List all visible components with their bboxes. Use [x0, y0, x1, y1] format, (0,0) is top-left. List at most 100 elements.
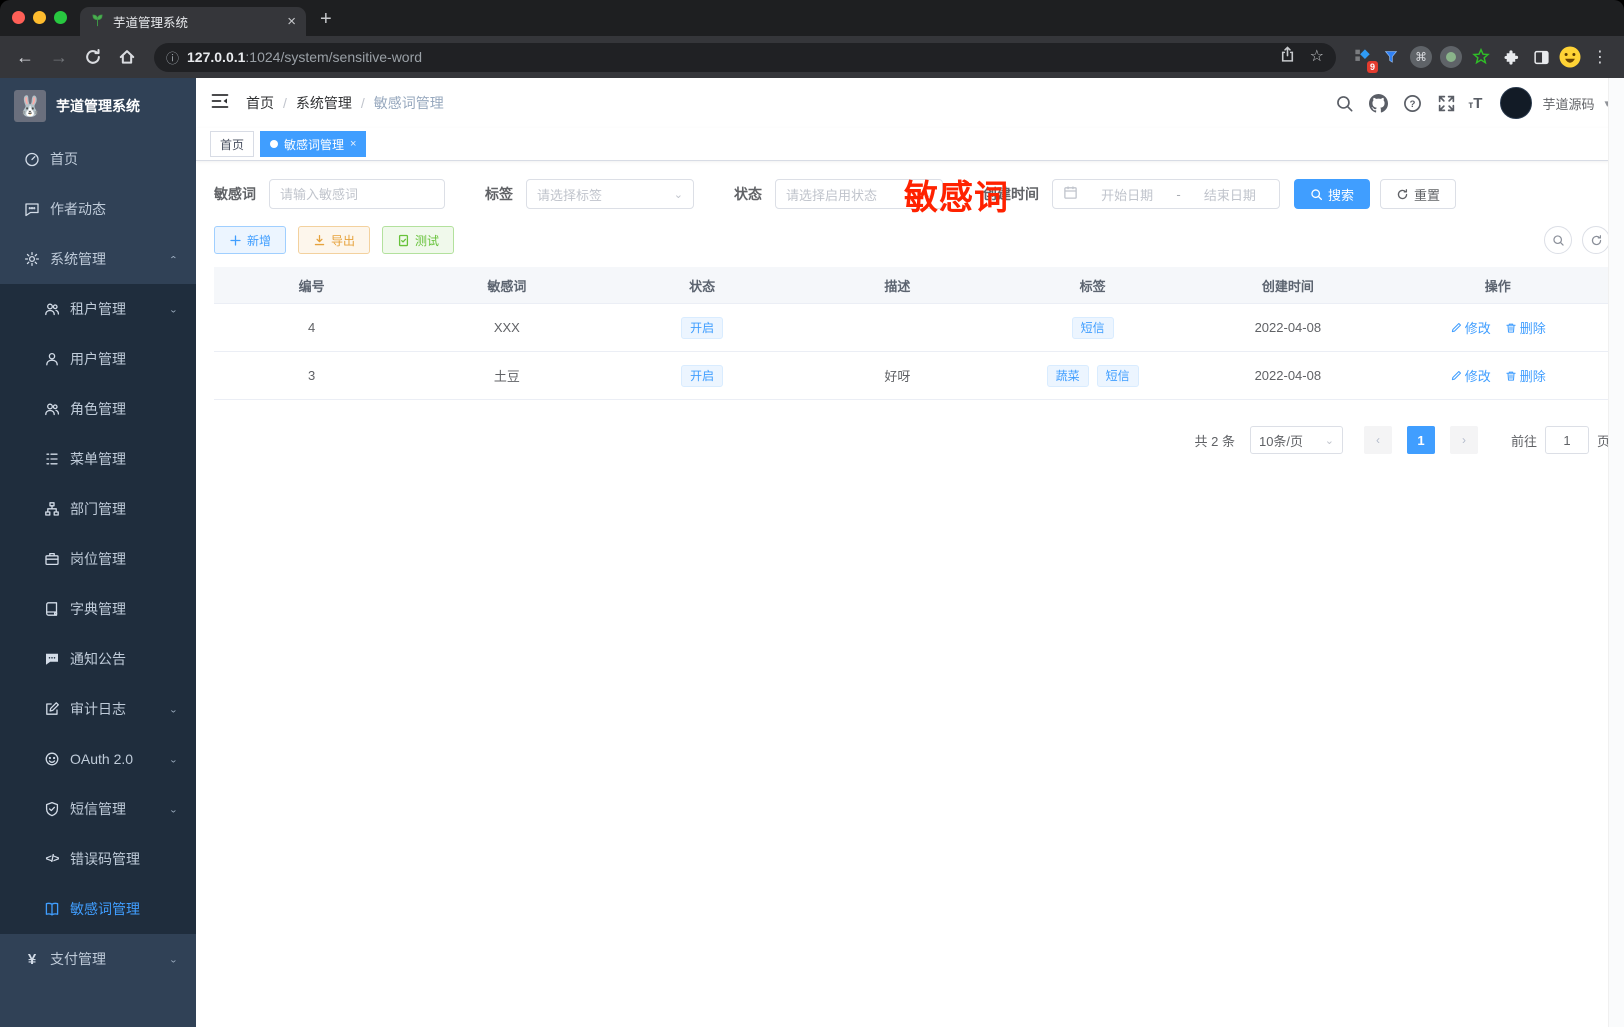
sidebar-item-system-mgmt[interactable]: 系统管理 ⌃: [0, 234, 196, 284]
edit-link[interactable]: 修改: [1450, 318, 1491, 337]
status-label: 状态: [734, 186, 762, 202]
tags-view-bar: 首页 敏感词管理 ×: [196, 128, 1624, 161]
new-tab-button[interactable]: +: [320, 8, 332, 31]
extension-funnel-icon[interactable]: [1378, 44, 1404, 70]
sidebar-item-errcode-mgmt[interactable]: </> 错误码管理: [0, 834, 196, 884]
gear-icon: [24, 251, 40, 267]
reload-icon[interactable]: [78, 42, 108, 72]
sidebar-item-tenant-mgmt[interactable]: 租户管理 ⌄: [0, 284, 196, 334]
date-range-picker[interactable]: 开始日期 - 结束日期: [1052, 179, 1280, 209]
sidebar-item-author-news[interactable]: 作者动态: [0, 184, 196, 234]
sidebar-collapse-icon[interactable]: [210, 91, 230, 116]
extension-record-icon[interactable]: [1438, 44, 1464, 70]
sensitive-word-table: 编号 敏感词 状态 描述 标签 创建时间 操作 4 XXX 开启 短信 2022…: [214, 267, 1610, 400]
sidebar-item-role-mgmt[interactable]: 角色管理: [0, 384, 196, 434]
sidebar-item-dict-mgmt[interactable]: 字典管理: [0, 584, 196, 634]
font-size-icon[interactable]: тT: [1468, 95, 1482, 112]
sidebar-logo[interactable]: 🐰 芋道管理系统: [0, 78, 196, 134]
address-bar[interactable]: ⓘ 127.0.0.1:1024/system/sensitive-word ☆: [154, 42, 1336, 72]
sidebar-item-notice[interactable]: 通知公告: [0, 634, 196, 684]
goto-page: 前往 页: [1511, 426, 1610, 454]
tab-close-icon[interactable]: ×: [287, 13, 296, 30]
main-area: 首页 / 系统管理 / 敏感词管理 ? тT 芋道源码 ▾: [196, 78, 1624, 1027]
tags-view-tab-sensitive-word[interactable]: 敏感词管理 ×: [260, 131, 367, 157]
user-name[interactable]: 芋道源码: [1542, 94, 1594, 113]
traffic-lights: [12, 11, 67, 24]
tag-badge: 蔬菜: [1046, 364, 1089, 387]
back-icon[interactable]: ←: [10, 42, 40, 72]
sidebar-item-sms-mgmt[interactable]: 短信管理 ⌄: [0, 784, 196, 834]
prev-page-button[interactable]: ‹: [1363, 426, 1392, 454]
minimize-window-button[interactable]: [33, 11, 46, 24]
sidebar-item-home[interactable]: 首页: [0, 134, 196, 184]
next-page-button[interactable]: ›: [1449, 426, 1478, 454]
sidebar-item-audit-log[interactable]: 审计日志 ⌄: [0, 684, 196, 734]
current-page[interactable]: 1: [1406, 426, 1435, 454]
sidebar-item-sensitive-word[interactable]: 敏感词管理: [0, 884, 196, 934]
reset-button[interactable]: 重置: [1380, 179, 1457, 209]
date-separator: -: [1176, 186, 1181, 202]
close-window-button[interactable]: [12, 11, 25, 24]
keyword-input[interactable]: [280, 186, 434, 202]
add-button[interactable]: 新增: [214, 226, 287, 254]
share-icon[interactable]: [1279, 46, 1296, 68]
goto-prefix: 前往: [1510, 433, 1537, 449]
profile-avatar-emoji[interactable]: [1558, 45, 1582, 69]
extension-badge: 9: [1366, 61, 1378, 73]
sidebar-item-user-mgmt[interactable]: 用户管理: [0, 334, 196, 384]
page-size-select[interactable]: 10条/页 ⌄: [1249, 426, 1343, 454]
home-icon[interactable]: [112, 42, 142, 72]
header-search-icon[interactable]: [1332, 91, 1356, 115]
sidebar-item-post-mgmt[interactable]: 岗位管理: [0, 534, 196, 584]
extension-command-icon[interactable]: ⌘: [1408, 44, 1434, 70]
col-ops: 操作: [1484, 278, 1511, 294]
cell-status: 开启: [604, 364, 799, 387]
cell-word: 土豆: [493, 369, 520, 384]
keyword-label: 敏感词: [214, 186, 256, 202]
export-button[interactable]: 导出: [298, 226, 371, 254]
maximize-window-button[interactable]: [54, 11, 67, 24]
tag-label: 标签: [485, 186, 513, 202]
extension-green-star-icon[interactable]: [1468, 44, 1494, 70]
bookmark-star-icon[interactable]: ☆: [1310, 46, 1324, 68]
date-end-placeholder: 结束日期: [1203, 187, 1256, 203]
toggle-search-icon[interactable]: [1544, 226, 1572, 254]
github-icon[interactable]: [1366, 91, 1390, 115]
test-button[interactable]: 测试: [382, 226, 455, 254]
tab-close-icon[interactable]: ×: [350, 138, 356, 150]
extension-diamond-icon[interactable]: 9: [1348, 44, 1378, 73]
tag-select[interactable]: 请选择标签 ⌄: [526, 179, 694, 209]
navbar-tools: ? тT 芋道源码 ▾: [1332, 87, 1610, 119]
cell-id: 4: [308, 320, 316, 335]
tags-view-tab-home[interactable]: 首页: [210, 131, 255, 157]
chevron-down-icon: ⌄: [168, 954, 178, 965]
delete-link[interactable]: 删除: [1505, 366, 1546, 385]
sidebar-item-pay-mgmt[interactable]: ¥ 支付管理 ⌄: [0, 934, 196, 984]
delete-link[interactable]: 删除: [1505, 318, 1546, 337]
table-toolbar: 新增 导出 测试: [214, 226, 1610, 254]
goto-page-input[interactable]: [1544, 426, 1589, 454]
sidebar-item-menu-mgmt[interactable]: 菜单管理: [0, 434, 196, 484]
sidebar-item-oauth[interactable]: OAuth 2.0 ⌄: [0, 734, 196, 784]
edit-link[interactable]: 修改: [1450, 366, 1491, 385]
breadcrumb-system[interactable]: 系统管理: [296, 93, 352, 113]
browser-tabstrip: 芋道管理系统 × +: [0, 0, 1624, 36]
chevron-down-icon: ⌄: [168, 804, 178, 815]
breadcrumb-home[interactable]: 首页: [246, 93, 274, 113]
site-info-icon[interactable]: ⓘ: [166, 48, 179, 67]
cell-tags: 短信: [995, 316, 1190, 339]
breadcrumb-current: 敏感词管理: [373, 95, 444, 111]
sidebar-item-dept-mgmt[interactable]: 部门管理: [0, 484, 196, 534]
status-badge: 开启: [681, 316, 724, 339]
browser-toolbar: ← → ⓘ 127.0.0.1:1024/system/sensitive-wo…: [0, 36, 1624, 78]
sidebar-panel-icon[interactable]: [1528, 44, 1554, 70]
fullscreen-icon[interactable]: [1434, 91, 1458, 115]
extensions-puzzle-icon[interactable]: [1498, 44, 1524, 70]
search-button[interactable]: 搜索: [1294, 179, 1371, 209]
col-id: 编号: [298, 278, 325, 294]
refresh-table-icon[interactable]: [1582, 226, 1610, 254]
browser-menu-icon[interactable]: ⋮: [1586, 47, 1614, 67]
browser-tab[interactable]: 芋道管理系统 ×: [80, 7, 306, 36]
help-icon[interactable]: ?: [1400, 91, 1424, 115]
user-avatar[interactable]: [1500, 87, 1533, 119]
